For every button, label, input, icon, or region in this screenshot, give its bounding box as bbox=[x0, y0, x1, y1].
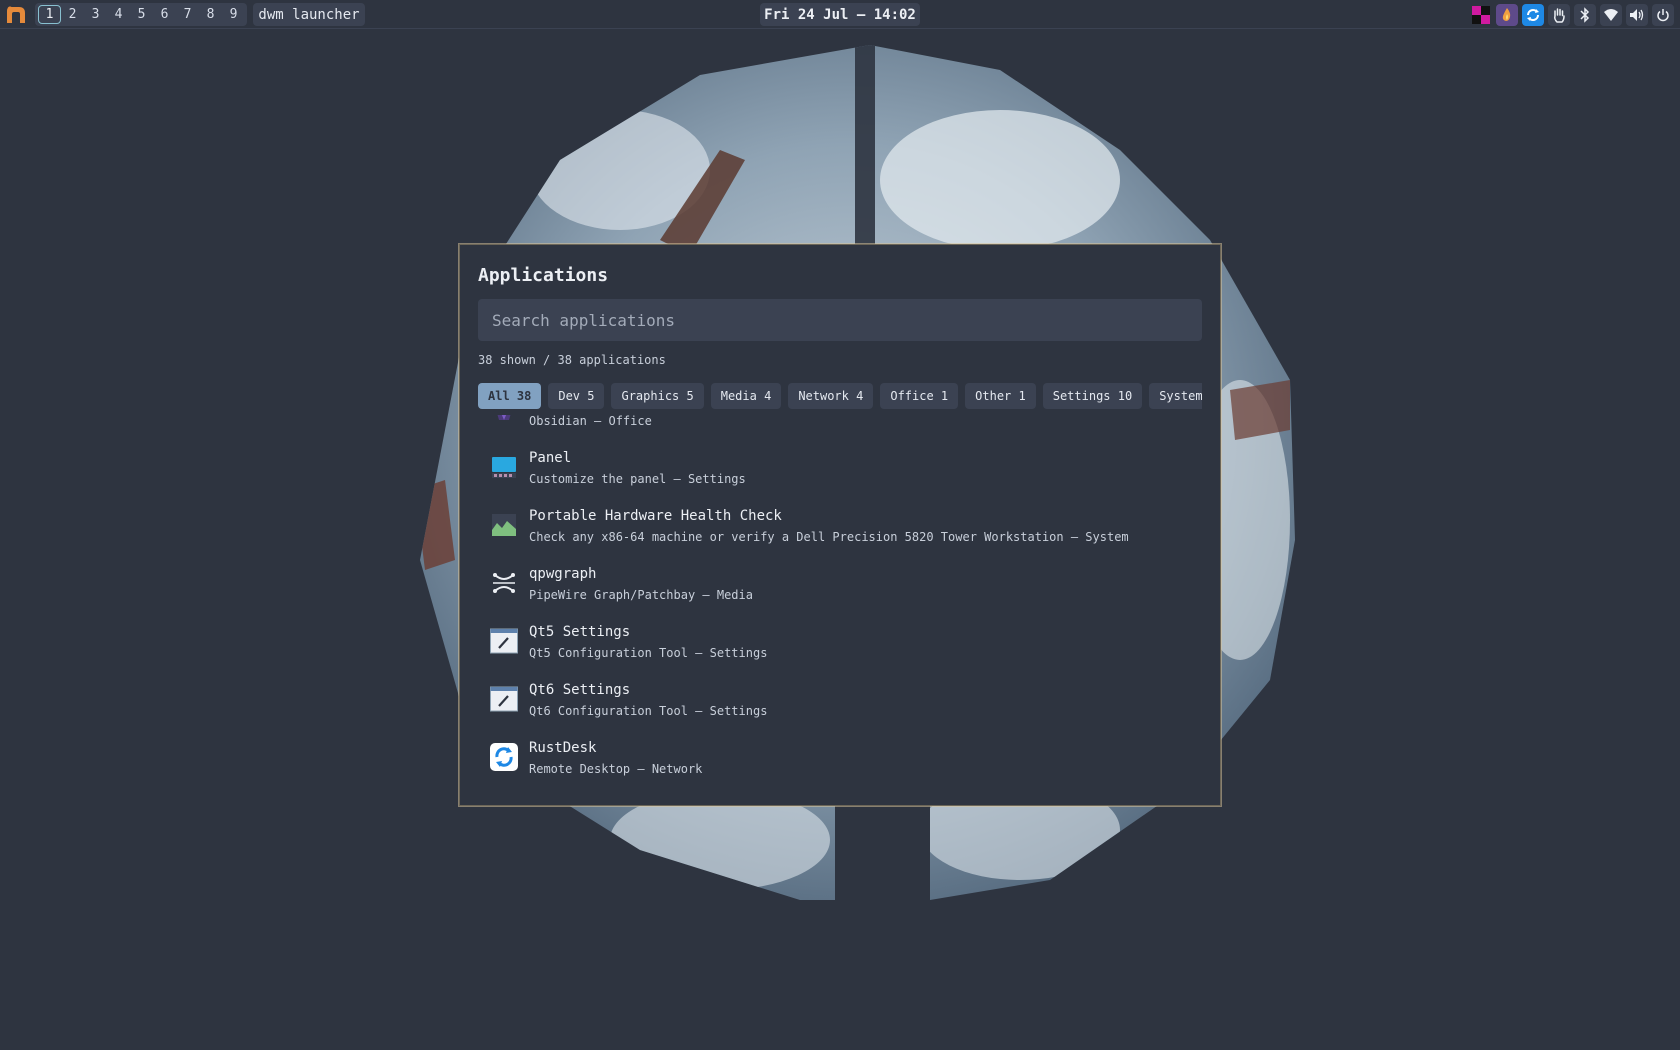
app-item[interactable]: Portable Hardware Health Check Check any … bbox=[460, 497, 1220, 555]
qt-settings-icon bbox=[490, 685, 518, 713]
workspace-5[interactable]: 5 bbox=[130, 5, 153, 24]
health-check-icon bbox=[490, 511, 518, 539]
app-item[interactable]: ObsidianObsidian – Office bbox=[460, 415, 1220, 439]
filter-chip-media[interactable]: Media 4 bbox=[710, 383, 782, 409]
flame-icon[interactable] bbox=[1496, 3, 1518, 26]
launcher-title: Applications bbox=[478, 265, 609, 286]
layout-indicator[interactable]: dwm launcher bbox=[253, 3, 365, 26]
app-item[interactable]: Qt6 Settings Qt6 Configuration Tool – Set… bbox=[460, 671, 1220, 729]
category-filters: All 38 Dev 5 Graphics 5 Media 4 Network 4 Off… bbox=[478, 383, 1202, 409]
app-description: Qt6 Configuration Tool – Settings bbox=[529, 704, 768, 718]
search-input[interactable] bbox=[478, 299, 1202, 341]
result-count: 38 shown / 38 applications bbox=[478, 353, 666, 367]
workspace-7[interactable]: 7 bbox=[176, 5, 199, 24]
rustdesk-icon[interactable] bbox=[1522, 3, 1544, 26]
workspace-2[interactable]: 2 bbox=[61, 5, 84, 24]
filter-chip-graphics[interactable]: Graphics 5 bbox=[611, 383, 704, 409]
clock[interactable]: Fri 24 Jul – 14:02 bbox=[760, 3, 920, 26]
bluetooth-icon[interactable] bbox=[1574, 3, 1596, 26]
app-name: Qt6 Settings bbox=[529, 682, 631, 698]
app-name: RustDesk bbox=[529, 740, 597, 756]
workspace-switcher: 123456789 bbox=[35, 3, 247, 26]
power-icon[interactable] bbox=[1652, 3, 1674, 26]
filter-chip-all[interactable]: All 38 bbox=[478, 383, 542, 409]
workspace-8[interactable]: 8 bbox=[199, 5, 222, 24]
app-description: Check any x86-64 machine or verify a Del… bbox=[529, 530, 1129, 544]
app-name: Portable Hardware Health Check bbox=[529, 508, 782, 524]
app-list[interactable]: ObsidianObsidian – Office Panel Customize … bbox=[460, 415, 1220, 805]
rustdesk-icon bbox=[490, 743, 518, 771]
filter-chip-dev[interactable]: Dev 5 bbox=[548, 383, 605, 409]
app-description: PipeWire Graph/Patchbay – Media bbox=[529, 588, 753, 602]
filter-chip-network[interactable]: Network 4 bbox=[788, 383, 874, 409]
app-item[interactable]: Qt5 Settings Qt5 Configuration Tool – Set… bbox=[460, 613, 1220, 671]
filter-chip-office[interactable]: Office 1 bbox=[880, 383, 959, 409]
top-bar: 123456789 dwm launcher Fri 24 Jul – 14:0… bbox=[0, 0, 1680, 29]
app-name: qpwgraph bbox=[529, 566, 597, 582]
app-description: Qt5 Configuration Tool – Settings bbox=[529, 646, 768, 660]
hand-icon[interactable] bbox=[1548, 3, 1570, 26]
volume-icon[interactable] bbox=[1626, 3, 1648, 26]
obsidian-icon bbox=[490, 415, 518, 423]
app-item[interactable]: Panel Customize the panel – Settings bbox=[460, 439, 1220, 497]
qt-settings-icon bbox=[490, 627, 518, 655]
app-description: Customize the panel – Settings bbox=[529, 472, 746, 486]
filter-chip-settings[interactable]: Settings 10 bbox=[1042, 383, 1143, 409]
color-picker-icon[interactable] bbox=[1470, 4, 1492, 26]
application-launcher: Applications 38 shown / 38 applications … bbox=[459, 244, 1221, 806]
app-description: Remote Desktop – Network bbox=[529, 762, 703, 776]
workspace-6[interactable]: 6 bbox=[153, 5, 176, 24]
filter-chip-other[interactable]: Other 1 bbox=[965, 383, 1036, 409]
app-item[interactable]: qpwgraph PipeWire Graph/Patchbay – Media bbox=[460, 555, 1220, 613]
app-name: Panel bbox=[529, 450, 572, 466]
workspace-3[interactable]: 3 bbox=[84, 5, 107, 24]
workspace-9[interactable]: 9 bbox=[222, 5, 245, 24]
filter-chip-system[interactable]: System bbox=[1149, 383, 1202, 409]
app-item[interactable]: RustDesk Remote Desktop – Network bbox=[460, 729, 1220, 787]
wifi-icon[interactable] bbox=[1600, 3, 1622, 26]
qpwgraph-icon bbox=[490, 569, 518, 597]
system-tray bbox=[1470, 3, 1674, 26]
workspace-4[interactable]: 4 bbox=[107, 5, 130, 24]
panel-icon bbox=[490, 453, 518, 481]
workspace-1[interactable]: 1 bbox=[38, 5, 61, 24]
app-description: Obsidian – Office bbox=[529, 415, 652, 428]
app-name: Qt5 Settings bbox=[529, 624, 631, 640]
distro-logo-icon[interactable] bbox=[4, 4, 28, 26]
